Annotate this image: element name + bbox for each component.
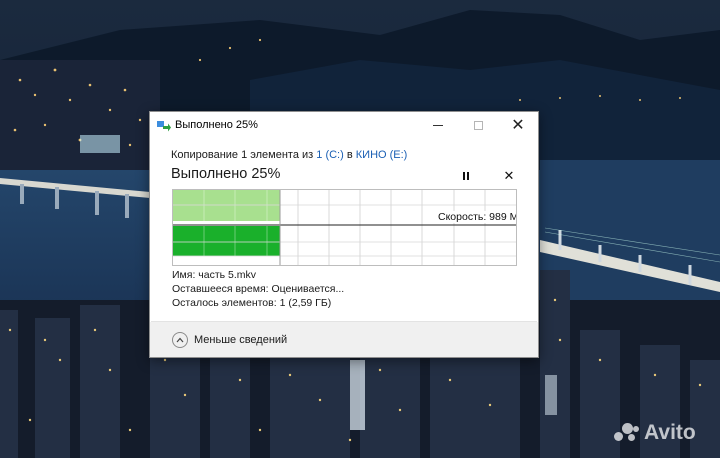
copy-progress-dialog: Выполнено 25% ✕ Копирование 1 элемента и…: [149, 111, 539, 358]
avito-watermark-text: Avito: [644, 421, 696, 444]
minimize-button[interactable]: [418, 114, 458, 137]
file-name-row: Имя: часть 5.mkv: [172, 269, 256, 281]
close-button[interactable]: ✕: [498, 114, 538, 137]
less-details-button[interactable]: Меньше сведений: [172, 332, 287, 348]
progress-status-text: Выполнено 25%: [171, 166, 281, 182]
items-remaining-value: 1 (2,59 ГБ): [279, 297, 332, 309]
less-details-label: Меньше сведений: [194, 334, 288, 346]
copy-app-icon: [157, 119, 171, 132]
cancel-button[interactable]: ✕: [499, 166, 519, 186]
items-remaining-row: Осталось элементов: 1 (2,59 ГБ): [172, 297, 331, 309]
chevron-up-icon: [172, 332, 188, 348]
copy-description: Копирование 1 элемента из 1 (C:) в КИНО …: [171, 149, 407, 161]
file-name-label: Имя:: [172, 269, 196, 281]
time-remaining-value: Оценивается...: [271, 283, 345, 295]
avito-logo-icon: [614, 421, 640, 445]
avito-watermark: Avito: [614, 418, 696, 448]
graph-progress-fill: [173, 226, 280, 256]
pause-button[interactable]: [455, 166, 477, 186]
cancel-icon: ✕: [503, 168, 515, 183]
transfer-speed-graph: Скорость: 989 МБ/с: [172, 189, 517, 266]
time-remaining-label: Оставшееся время:: [172, 283, 269, 295]
speed-label: Скорость: 989 МБ/с: [437, 211, 516, 223]
pause-icon: [463, 172, 469, 180]
time-remaining-row: Оставшееся время: Оценивается...: [172, 283, 344, 295]
dialog-footer: Меньше сведений: [150, 322, 538, 357]
close-icon: ✕: [511, 116, 525, 134]
copy-prefix: Копирование 1 элемента из: [171, 149, 314, 161]
items-remaining-label: Осталось элементов:: [172, 297, 277, 309]
minimize-icon: [433, 125, 443, 126]
file-name-value: часть 5.mkv: [198, 269, 257, 281]
source-link[interactable]: 1 (C:): [316, 149, 344, 161]
window-title: Выполнено 25%: [175, 119, 258, 131]
title-bar[interactable]: Выполнено 25% ✕: [150, 112, 538, 139]
speed-graph-canvas: [173, 190, 516, 265]
destination-link[interactable]: КИНО (E:): [356, 149, 408, 161]
copy-connector: в: [346, 149, 353, 161]
maximize-icon: [473, 121, 483, 130]
maximize-button[interactable]: [458, 114, 498, 137]
